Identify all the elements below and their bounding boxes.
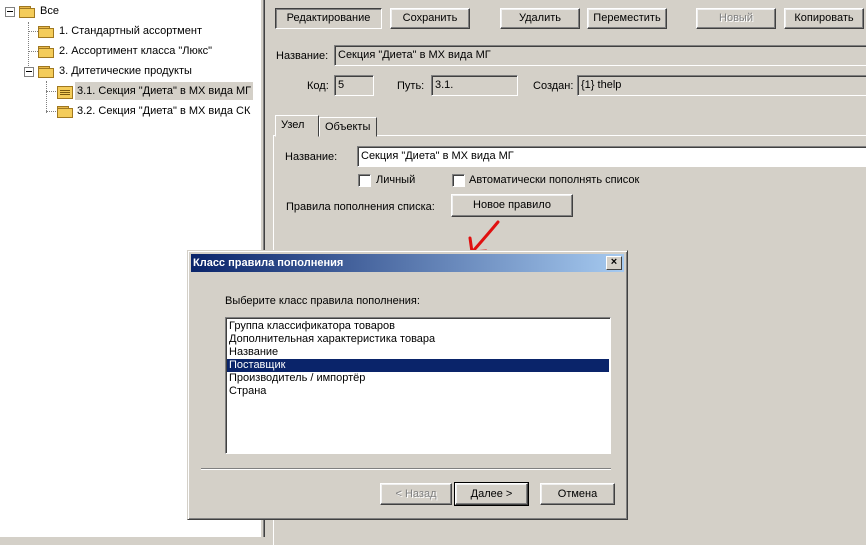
copy-button[interactable]: Копировать: [784, 8, 864, 29]
path-label: Путь:: [397, 80, 425, 92]
move-button[interactable]: Переместить: [587, 8, 667, 29]
tree-item-label: Все: [40, 5, 59, 17]
list-item[interactable]: Название: [227, 346, 609, 359]
list-item-selected[interactable]: Поставщик: [227, 359, 609, 372]
tree-item-label: 1. Стандартный ассортмент: [59, 25, 202, 37]
tree-item[interactable]: 2. Ассортимент класса "Люкс": [57, 42, 214, 60]
tree-item-selected[interactable]: 3.1. Секция "Диета" в МХ вида МГ: [75, 82, 254, 100]
path-field: 3.1.: [431, 75, 518, 96]
list-item[interactable]: Группа классификатора товаров: [227, 320, 609, 333]
personal-label: Личный: [376, 174, 416, 186]
tree-line: [46, 91, 56, 92]
tree-line: [46, 111, 56, 112]
name-readonly-field: Секция "Диета" в МХ вида МГ: [334, 45, 866, 66]
personal-checkbox[interactable]: [358, 174, 371, 187]
delete-button[interactable]: Удалить: [500, 8, 580, 29]
tree-item-label: 3. Дитетические продукты: [59, 65, 192, 77]
code-field: 5: [334, 75, 374, 96]
tree-item-label: 3.1. Секция "Диета" в МХ вида МГ: [75, 82, 254, 100]
folder-icon: [38, 46, 54, 58]
dialog-titlebar[interactable]: Класс правила пополнения ×: [191, 254, 624, 272]
tree-item-label: 2. Ассортимент класса "Люкс": [59, 45, 213, 57]
created-field: {1} thelp: [577, 75, 866, 96]
collapse-toggle-icon[interactable]: [24, 67, 34, 77]
tree-item[interactable]: 1. Стандартный ассортмент: [57, 22, 204, 40]
tab-objects[interactable]: Объекты: [319, 117, 377, 137]
folder-icon: [38, 66, 54, 78]
dialog-separator: [201, 468, 611, 470]
section-icon: [57, 86, 73, 99]
edit-button[interactable]: Редактирование: [275, 8, 382, 29]
dialog-prompt: Выберите класс правила пополнения:: [225, 295, 420, 307]
folder-icon: [38, 26, 54, 38]
list-item[interactable]: Производитель / импортёр: [227, 372, 609, 385]
list-item[interactable]: Дополнительная характеристика товара: [227, 333, 609, 346]
tree-line: [28, 31, 38, 32]
folder-icon: [57, 106, 73, 118]
tree-line: [28, 51, 38, 52]
rule-class-dialog: Класс правила пополнения × Выберите клас…: [187, 250, 628, 520]
close-icon[interactable]: ×: [606, 256, 622, 270]
tab-node[interactable]: Узел: [275, 115, 319, 137]
autofill-label: Автоматически пополнять список: [469, 174, 640, 186]
tree-line: [46, 81, 47, 113]
node-name-input[interactable]: Секция "Диета" в МХ вида МГ: [357, 146, 866, 167]
rule-class-list[interactable]: Группа классификатора товаров Дополнител…: [225, 317, 611, 454]
new-button[interactable]: Новый: [696, 8, 776, 29]
cancel-button[interactable]: Отмена: [540, 483, 615, 505]
tree-item[interactable]: 3.2. Секция "Диета" в МХ вида СК: [75, 102, 252, 120]
list-item[interactable]: Страна: [227, 385, 609, 398]
dialog-title: Класс правила пополнения: [193, 257, 344, 269]
next-button[interactable]: Далее >: [454, 482, 529, 506]
back-button[interactable]: < Назад: [380, 483, 452, 505]
code-label: Код:: [307, 80, 329, 92]
autofill-checkbox[interactable]: [452, 174, 465, 187]
folder-icon: [19, 6, 35, 18]
new-rule-button[interactable]: Новое правило: [451, 194, 573, 217]
save-button[interactable]: Сохранить: [390, 8, 470, 29]
node-name-label: Название:: [285, 151, 338, 163]
collapse-toggle-icon[interactable]: [5, 7, 15, 17]
tree-item-label: 3.2. Секция "Диета" в МХ вида СК: [77, 105, 251, 117]
tree-item[interactable]: 3. Дитетические продукты: [57, 62, 194, 80]
rules-label: Правила пополнения списка:: [286, 201, 435, 213]
tree-item-root[interactable]: Все: [38, 2, 61, 20]
name-label: Название:: [276, 50, 329, 62]
created-label: Создан:: [533, 80, 574, 92]
